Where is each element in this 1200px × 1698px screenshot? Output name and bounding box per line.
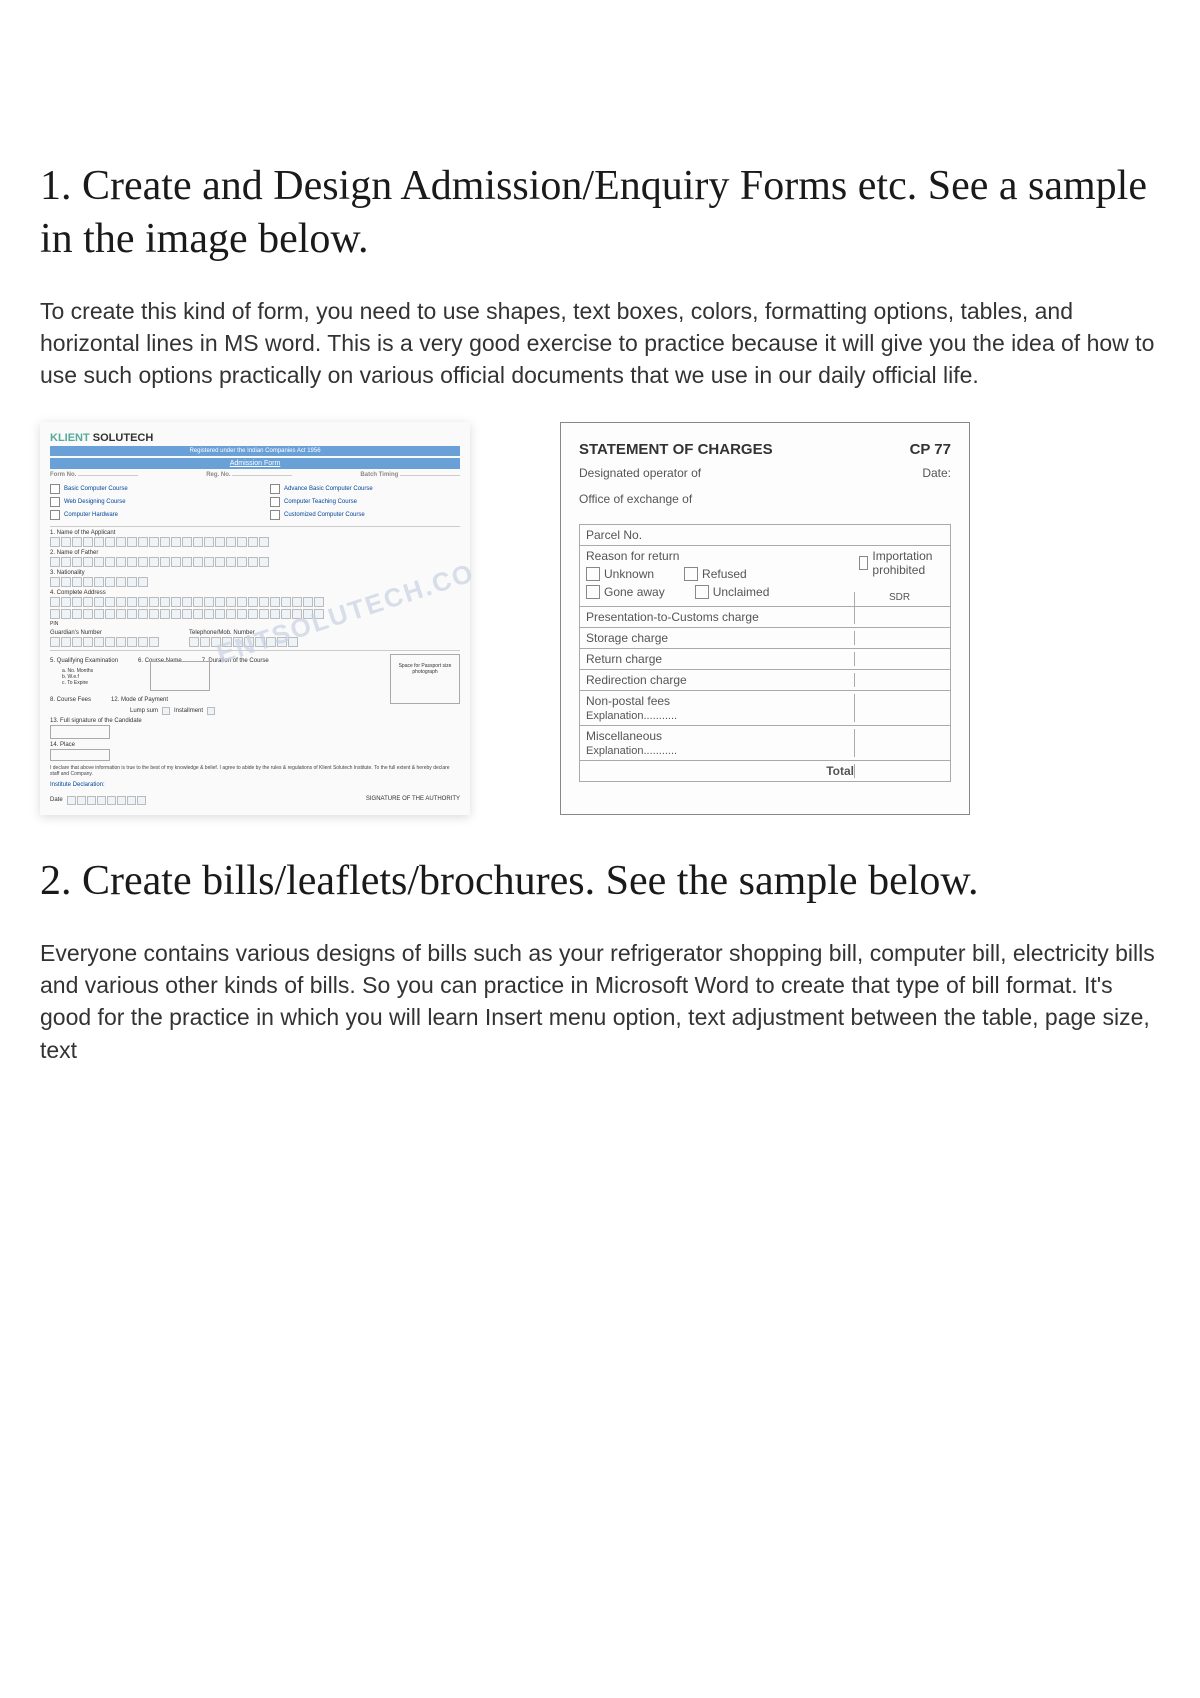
nationality-boxes <box>50 577 460 587</box>
guardian-label: Guardian's Number <box>50 630 159 636</box>
statement-of-charges-sample: STATEMENT OF CHARGES CP 77 Designated op… <box>560 422 970 815</box>
inst-declaration: Institute Declaration: <box>50 782 460 788</box>
misc-row: Miscellaneous Explanation........... <box>580 726 950 761</box>
regno-label: Reg. No. <box>206 472 230 478</box>
q-c: c. To Expire <box>62 680 390 686</box>
courses: Basic Computer Course Web Designing Cour… <box>50 481 460 523</box>
guardian-boxes <box>50 637 159 647</box>
place-label: 14. Place <box>50 742 390 748</box>
duration-label: 7. Duration of the Course <box>202 658 269 664</box>
qualifying-label: 5. Qualifying Examination <box>50 658 118 664</box>
soc-office: Office of exchange of <box>579 492 692 506</box>
telephone-label: Telephone/Mob. Number <box>189 630 298 636</box>
section1-paragraph: To create this kind of form, you need to… <box>40 295 1160 392</box>
reason-label: Reason for return <box>586 549 851 563</box>
top-fields: Form No. Reg. No. Batch Timing <box>50 472 460 478</box>
brand: KLIENT SOLUTECH <box>50 432 460 444</box>
misc-label: Miscellaneous <box>586 729 662 743</box>
name-label: 1. Name of the Applicant <box>50 530 460 536</box>
parcel-row: Parcel No. <box>580 525 950 546</box>
address-boxes2 <box>50 609 460 619</box>
name-boxes <box>50 537 460 547</box>
chk-importation: Importation prohibited <box>859 549 944 577</box>
presentation-row: Presentation-to-Customs charge SDR <box>580 607 950 628</box>
total-row: Total <box>580 761 950 781</box>
address-boxes1 <box>50 597 460 607</box>
telephone-boxes <box>189 637 298 647</box>
declaration: I declare that above information is true… <box>50 765 460 778</box>
chk-refused: Refused <box>684 567 747 581</box>
father-label: 2. Name of Father <box>50 550 460 556</box>
redirection-label: Redirection charge <box>586 673 687 687</box>
storage-row: Storage charge <box>580 628 950 649</box>
chk-goneaway: Gone away <box>586 585 665 599</box>
bluebar2: Admission Form <box>50 458 460 469</box>
date-label: Date <box>50 797 63 803</box>
brand-part1: KLIENT <box>50 432 90 444</box>
soc-code: CP 77 <box>910 441 951 458</box>
presentation-label: Presentation-to-Customs charge <box>586 610 759 624</box>
course-item: Customized Computer Course <box>270 510 460 520</box>
chk-unclaimed: Unclaimed <box>695 585 770 599</box>
passport-box: Space for Passport size photograph <box>390 654 460 704</box>
course-item: Computer Teaching Course <box>270 497 460 507</box>
sdr-label: SDR <box>854 592 944 624</box>
section2-paragraph: Everyone contains various designs of bil… <box>40 937 1160 1066</box>
soc-operator: Designated operator of <box>579 466 701 480</box>
expl2-label: Explanation........... <box>586 745 677 757</box>
chk-unknown: Unknown <box>586 567 654 581</box>
return-label: Return charge <box>586 652 662 666</box>
course-item: Advance Basic Computer Course <box>270 484 460 494</box>
admission-form-sample: KLIENT SOLUTECH Registered under the Ind… <box>40 422 470 815</box>
nonpostal-row: Non-postal fees Explanation........... <box>580 691 950 726</box>
coursefees-label: 8. Course Fees <box>50 697 91 703</box>
installment2-label: Installment <box>174 708 203 714</box>
nationality-label: 3. Nationality <box>50 570 460 576</box>
lumpsum-label: Lump sum <box>130 708 158 714</box>
batch-label: Batch Timing <box>360 472 398 478</box>
soc-title: STATEMENT OF CHARGES <box>579 441 773 458</box>
sig-authority: SIGNATURE OF THE AUTHORITY <box>366 796 460 805</box>
course-item: Basic Computer Course <box>50 484 240 494</box>
expl1-label: Explanation........... <box>586 710 677 722</box>
brand-part2: SOLUTECH <box>90 432 154 444</box>
storage-label: Storage charge <box>586 631 668 645</box>
section2-heading: 2. Create bills/leaflets/brochures. See … <box>40 855 1160 908</box>
father-boxes <box>50 557 460 567</box>
total-label: Total <box>586 764 854 778</box>
formno-label: Form No. <box>50 472 76 478</box>
bluebar1: Registered under the Indian Companies Ac… <box>50 446 460 456</box>
course-item: Web Designing Course <box>50 497 240 507</box>
samples-row: KLIENT SOLUTECH Registered under the Ind… <box>40 422 1160 815</box>
soc-date: Date: <box>922 466 951 480</box>
signature-label: 13. Full signature of the Candidate <box>50 718 390 724</box>
installment-label: 12. Mode of Payment <box>111 697 168 703</box>
course-item: Computer Hardware <box>50 510 240 520</box>
redirection-row: Redirection charge <box>580 670 950 691</box>
return-row: Return charge <box>580 649 950 670</box>
section1-heading: 1. Create and Design Admission/Enquiry F… <box>40 160 1160 265</box>
address-label: 4. Complete Address <box>50 590 460 596</box>
nonpostal-label: Non-postal fees <box>586 694 670 708</box>
